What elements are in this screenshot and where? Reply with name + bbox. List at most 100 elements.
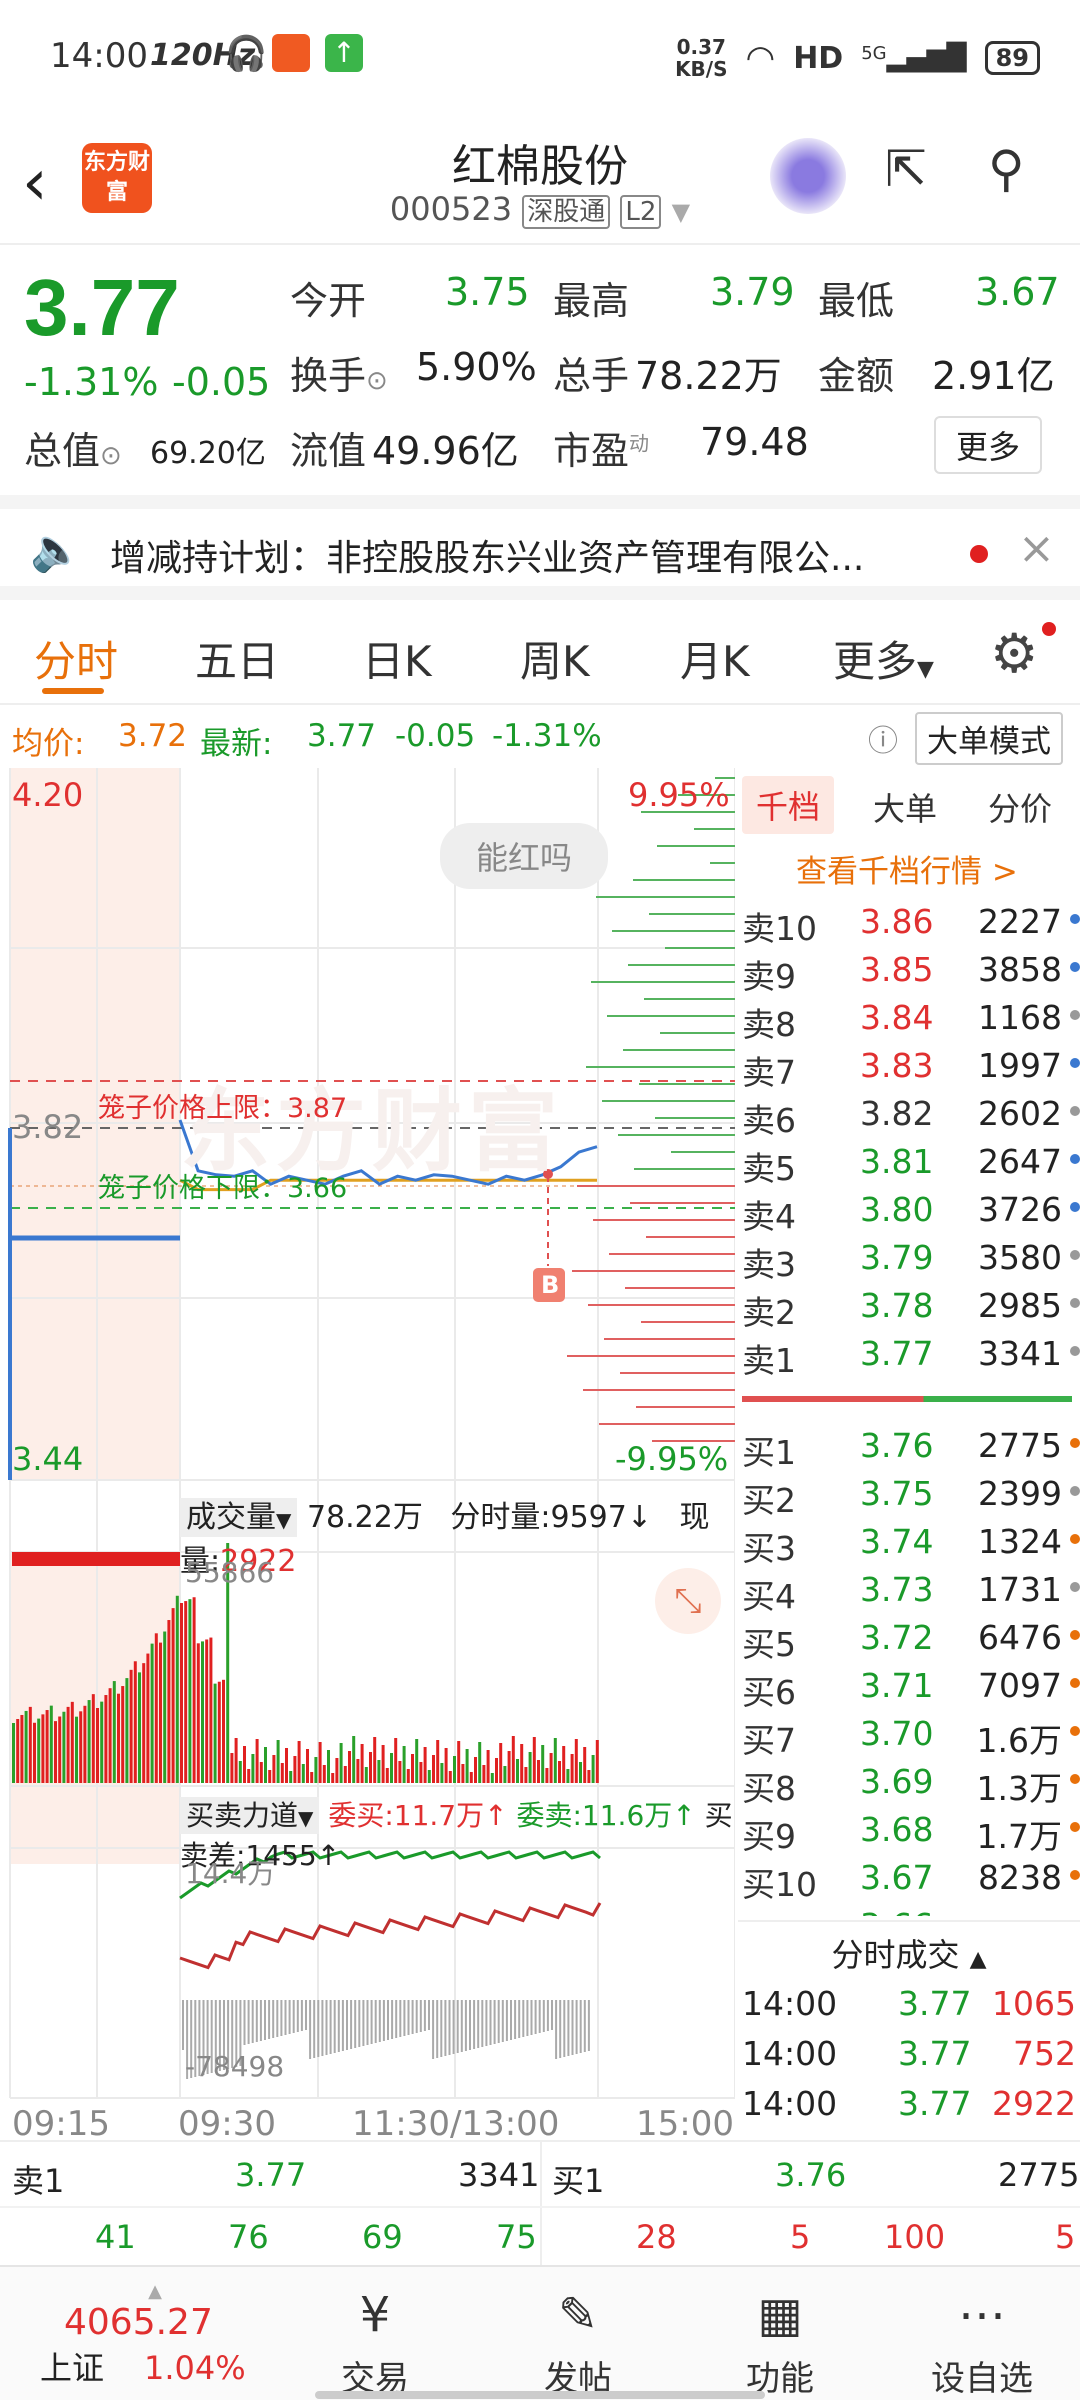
news-ticker[interactable]: 🔈 增减持计划：非控股股东兴业资产管理有限公... × [0, 495, 1080, 600]
more-button[interactable]: 更多 [934, 416, 1043, 474]
bid-dot-icon [1070, 1486, 1080, 1496]
bubble-button[interactable]: 能红吗 [440, 823, 609, 889]
tab-weekly-k[interactable]: 周K [520, 628, 590, 689]
expand-icon[interactable]: ⤡ [655, 1568, 721, 1634]
mktcap-label: 总值⊙ [24, 429, 122, 473]
bid-row[interactable]: 买1 3.76 2775 [738, 1420, 1080, 1472]
volume-bar [96, 1708, 99, 1783]
ask-row[interactable]: 卖9 3.85 3858 [738, 944, 1080, 996]
bid-row[interactable]: 买2 3.75 2399 [738, 1468, 1080, 1520]
ai-assistant-icon[interactable] [770, 138, 846, 214]
ask-row[interactable]: 卖4 3.80 3726 [738, 1184, 1080, 1236]
ask-level: 卖1 [742, 1341, 796, 1380]
ask-row[interactable]: 卖2 3.78 2985 [738, 1280, 1080, 1332]
force-bar [481, 2000, 484, 2047]
force-bar [399, 2000, 402, 2037]
force-bar [366, 2000, 369, 2045]
volume-bar [112, 1681, 116, 1783]
ask-dot-icon [1070, 914, 1080, 924]
info-icon[interactable]: ⊙ [100, 441, 122, 471]
force-bar [505, 2000, 508, 2041]
ask-volume: 2227 [978, 902, 1062, 941]
bid-level: 买6 [742, 1673, 796, 1712]
info-icon[interactable]: ⊙ [366, 366, 388, 396]
volume-bar [146, 1653, 150, 1783]
bid-row[interactable]: 买9 3.68 1.7万 [738, 1804, 1080, 1856]
volume-bar [520, 1744, 524, 1783]
ticker-text[interactable]: 增减持计划：非控股股东兴业资产管理有限公... [110, 529, 940, 581]
volume-selector[interactable]: 成交量▼ [180, 1498, 298, 1537]
volume-bar [184, 1601, 188, 1783]
force-bar [247, 2000, 250, 2044]
ask-row[interactable]: 卖6 3.82 2602 [738, 1088, 1080, 1140]
volume-bar [205, 1639, 209, 1783]
search-icon[interactable]: ⚲ [988, 140, 1025, 198]
intraday-chart[interactable]: 4.20 9.95% 3.82 3.44 -9.95% 能红吗 东方财富 笼子价… [0, 768, 735, 2144]
book-tab-price[interactable]: 分价 [988, 784, 1052, 830]
nav-trade[interactable]: ¥ 交易 [305, 2287, 445, 2400]
bid-row[interactable]: 买7 3.70 1.6万 [738, 1708, 1080, 1760]
nav-post[interactable]: ✎ 发帖 [508, 2287, 648, 2400]
upload-icon: ↑ [325, 34, 363, 72]
volume-bar [574, 1739, 578, 1783]
ask-row[interactable]: 卖3 3.79 3580 [738, 1232, 1080, 1284]
volume-bar [318, 1742, 322, 1783]
ask-row[interactable]: 卖1 3.77 3341 [738, 1328, 1080, 1380]
bid-row[interactable]: 买3 3.74 1324 [738, 1516, 1080, 1568]
force-bar [407, 2000, 410, 2035]
tab-more[interactable]: 更多▼ [833, 628, 934, 689]
index-widget[interactable]: ▲ 4065.27 上证 1.04% [40, 2281, 270, 2389]
volume-bar [66, 1706, 70, 1783]
force-bar [493, 2000, 496, 2044]
status-bar: 14:00 120Hz 🎧 ↑ 0.37 KB/S ◠ HD 5G▂▄▆█ 89 [0, 0, 1080, 110]
nav-functions[interactable]: ▦ 功能 [710, 2287, 850, 2400]
volume-bar [482, 1765, 486, 1783]
bid-level: 买3 [742, 1529, 796, 1568]
ask-dot-icon [1070, 1154, 1080, 1164]
bid-row[interactable]: 买10 3.67 8238 [738, 1852, 1080, 1904]
volume-bar [12, 1552, 180, 1566]
depth-link[interactable]: 查看千档行情 > [796, 846, 1018, 891]
tab-intraday[interactable]: 分时 [34, 628, 118, 689]
bid-row[interactable]: 买6 3.71 7097 [738, 1660, 1080, 1712]
volume-bar [343, 1766, 347, 1783]
close-icon[interactable]: × [1018, 523, 1055, 574]
big-order-mode-button[interactable]: 大单模式 [915, 712, 1063, 765]
force-bar [464, 2000, 467, 2051]
volume-bar [436, 1740, 440, 1783]
ask-row[interactable]: 卖8 3.84 1168 [738, 992, 1080, 1044]
tab-five-day[interactable]: 五日 [195, 628, 279, 689]
bid-row[interactable]: 买8 3.69 1.3万 [738, 1756, 1080, 1808]
time-label-1500: 15:00 [636, 2104, 734, 2144]
y-bottom-label: 3.44 [12, 1440, 84, 1478]
force-bar [395, 2000, 398, 2038]
force-bar [403, 2000, 406, 2036]
high-value: 3.79 [710, 270, 795, 314]
bid-row[interactable]: 买4 3.73 1731 [738, 1564, 1080, 1616]
share-icon[interactable]: ⇱ [885, 140, 927, 198]
force-selector[interactable]: 买卖力道▼ [180, 1797, 320, 1834]
trades-title[interactable]: 分时成交 ▲ [738, 1920, 1080, 1976]
ask-row[interactable]: 卖5 3.81 2647 [738, 1136, 1080, 1188]
volume-bar [117, 1693, 120, 1783]
tab-monthly-k[interactable]: 月K [680, 628, 750, 689]
settings-gear-icon[interactable]: ⚙ [990, 622, 1038, 685]
book-tab-depth[interactable]: 千档 [742, 776, 835, 834]
sell-order-3: 69 [362, 2218, 403, 2256]
price-info-row: 均价: 3.72 最新: 3.77 -0.05 -1.31% ⓘ 大单模式 [0, 708, 1080, 768]
nav-add-watchlist[interactable]: ⋯ 设自选 [912, 2287, 1052, 2400]
buy-order-3: 100 [884, 2218, 946, 2256]
book-tab-big-order[interactable]: 大单 [873, 784, 937, 830]
volume-bar [159, 1642, 162, 1783]
ask-row[interactable]: 卖10 3.86 2227 [738, 896, 1080, 948]
bid-row[interactable]: 买5 3.72 6476 [738, 1612, 1080, 1664]
volume-bar [549, 1753, 553, 1783]
tab-daily-k[interactable]: 日K [362, 628, 432, 689]
help-icon[interactable]: ⓘ [868, 716, 898, 760]
volume-bar [348, 1751, 351, 1783]
bid-row[interactable]: 买11 3.66 1.1万 [738, 1900, 1080, 1916]
tab-active-indicator [42, 688, 104, 694]
ask-row[interactable]: 卖7 3.83 1997 [738, 1040, 1080, 1092]
bid-volume: 1324 [978, 1522, 1062, 1561]
ask-level: 卖4 [742, 1197, 796, 1236]
